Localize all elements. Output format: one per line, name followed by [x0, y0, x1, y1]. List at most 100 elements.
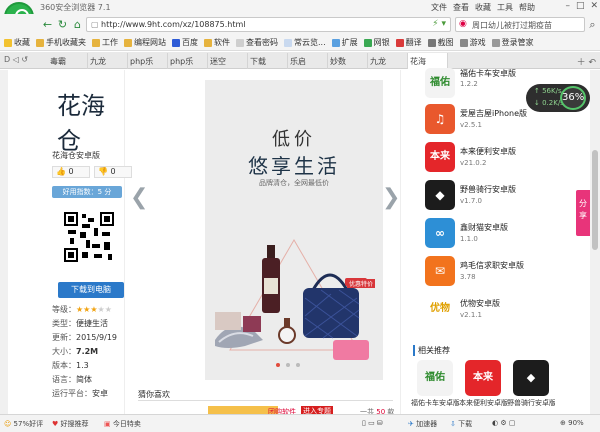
tab[interactable]: 九龙 [88, 53, 128, 69]
thumb-down-icon: 👎 [98, 167, 108, 176]
scissors-icon [427, 38, 436, 47]
search-input[interactable]: ◉ 周口幼儿被打过期疫苗 [455, 17, 585, 32]
vertical-scrollbar[interactable] [590, 70, 600, 414]
scrollbar-thumb[interactable] [592, 150, 598, 250]
accelerate-icon[interactable]: ⚡ ▾ [432, 19, 446, 29]
app-icon: 优物 [425, 294, 455, 324]
pagination-dot[interactable] [276, 363, 280, 367]
search-engine-icon[interactable]: ◉ [459, 19, 467, 29]
app-version: v2.5.1 [460, 121, 482, 129]
download-manager-button[interactable]: ⇩ 下载 [450, 419, 472, 429]
status-tools[interactable]: ▯ ▭ ⛁ [362, 419, 383, 427]
app-title[interactable]: 鑫财猫安卓版 [460, 222, 508, 233]
detail-level: 等级：★★★★★ [52, 305, 112, 314]
bookmark-item[interactable]: 手机收藏夹 [36, 37, 86, 48]
gallery-slogan: 悠享生活 [248, 154, 340, 178]
app-title[interactable]: 优物安卓版 [460, 298, 500, 309]
pagination-dot[interactable] [286, 363, 290, 367]
home-icon[interactable]: ⌂ [70, 17, 85, 32]
list-item[interactable]: 本来 本来便利安卓版 v21.0.2 [423, 142, 573, 176]
refresh-icon[interactable]: ↻ [55, 17, 70, 32]
tab[interactable]: 下载 [248, 53, 288, 69]
smile-icon: ☺ [4, 420, 12, 428]
maximize-icon[interactable]: □ [576, 1, 585, 11]
menu-tools[interactable]: 工具 [494, 2, 516, 13]
share-button[interactable]: 分享 [576, 190, 590, 236]
memory-percent: 36% [560, 86, 586, 110]
menu-help[interactable]: 帮助 [516, 2, 538, 13]
tab[interactable]: 九龙 [368, 53, 408, 69]
downvote-button[interactable]: 👎 0 [94, 166, 132, 178]
recommend-name: 本来便利安卓版v21.0.2 [459, 399, 507, 407]
tab-active[interactable]: 花海 [408, 53, 448, 69]
bookmark-item[interactable]: 查看密码 [236, 37, 278, 48]
bookmark-item[interactable]: 翻译 [395, 37, 422, 48]
recommend-item[interactable]: 本来 本来便利安卓版v21.0.2 [459, 360, 507, 408]
bookmark-item[interactable]: 编程网站 [124, 37, 166, 48]
folder-icon [124, 38, 132, 47]
app-title[interactable]: 野兽骑行安卓版 [460, 184, 516, 195]
heart-icon: ♥ [52, 420, 59, 428]
accelerator-button[interactable]: ✈ 加速器 [408, 419, 437, 429]
list-item[interactable]: 优物 优物安卓版 v2.1.1 [423, 294, 573, 328]
bookmark-item[interactable]: 登录管家 [491, 37, 534, 48]
screenshot-gallery[interactable]: 低价 悠享生活 品牌清仓，全网最低价 优惠特价 [205, 80, 383, 380]
detail-version: 版本：1.3 [52, 361, 89, 370]
bookmark-item[interactable]: 百度 [172, 37, 198, 48]
recommend-item[interactable]: 福佑 福佑卡车安卓版 [411, 360, 459, 408]
qr-code [64, 212, 114, 262]
gallery-headline: 低价 [272, 129, 316, 150]
pagination-dot[interactable] [296, 363, 300, 367]
status-sale[interactable]: ▣ 今日特卖 [104, 419, 141, 429]
page-icon [236, 38, 244, 47]
recommend-item[interactable]: ◆ 野兽骑行安卓版v1.7.0 [507, 360, 555, 408]
url-field[interactable]: ▢ http://www.9ht.com/xz/108875.html ⚡ ▾ [86, 17, 451, 32]
bookmark-item[interactable]: 收藏 [4, 37, 30, 48]
list-item[interactable]: ∞ 鑫财猫安卓版 1.1.0 [423, 218, 573, 252]
new-tab-icon[interactable]: ＋ ↶ [577, 55, 596, 68]
star-rating: ★★★★★ [76, 305, 112, 314]
app-title[interactable]: 本来便利安卓版 [460, 146, 516, 157]
status-rating[interactable]: ☺ 57%好评 [4, 419, 43, 429]
bookmark-item[interactable]: 截图 [427, 37, 454, 48]
network-speed-widget[interactable]: ↑ 56K/s ↓ 0.2K/s 36% [526, 84, 590, 112]
gallery-next-arrow[interactable]: ❯ [382, 185, 400, 210]
app-version: 3.78 [460, 273, 476, 281]
menu-favorites[interactable]: 收藏 [472, 2, 494, 13]
tab[interactable]: php乐 [168, 53, 208, 69]
bookmark-item[interactable]: 扩展 [331, 37, 358, 48]
bookmark-item[interactable]: 网银 [363, 37, 390, 48]
tab[interactable]: php乐 [128, 53, 168, 69]
tab[interactable]: 迷空 [208, 53, 248, 69]
tab[interactable]: 乐启 [288, 53, 328, 69]
detail-type: 类型：便捷生活 [52, 319, 108, 328]
zoom-level[interactable]: ⊕ 90% [560, 419, 584, 427]
close-icon[interactable]: ✕ [590, 1, 598, 11]
app-title[interactable]: 福佑卡车安卓版 [460, 68, 516, 79]
bookmark-bar: 收藏 手机收藏夹 工作 编程网站 百度 软件 查看密码 常云览... 扩展 网银… [0, 35, 600, 51]
baidu-icon [172, 38, 180, 47]
menu-file[interactable]: 文件 [428, 2, 450, 13]
status-icons[interactable]: ◐ ⚙ ▢ [492, 419, 515, 427]
bookmark-item[interactable]: 游戏 [459, 37, 486, 48]
bookmark-item[interactable]: 软件 [204, 37, 230, 48]
app-title[interactable]: 鸡毛信求职安卓版 [460, 260, 524, 271]
menu-view[interactable]: 查看 [450, 2, 472, 13]
bookmark-item[interactable]: 常云览... [284, 37, 326, 48]
tab[interactable]: 妙数 [328, 53, 368, 69]
gallery-prev-arrow[interactable]: ❮ [130, 185, 148, 210]
status-recommend[interactable]: ♥ 好搜推荐 [52, 419, 89, 429]
upvote-button[interactable]: 👍 0 [52, 166, 90, 178]
tab-list-icon[interactable]: D ◁ ↺ [4, 55, 28, 64]
tab[interactable]: 毒霸 [48, 53, 88, 69]
list-item[interactable]: ✉ 鸡毛信求职安卓版 3.78 [423, 256, 573, 290]
app-title[interactable]: 爱屋吉屋iPhone版 [460, 108, 527, 119]
back-icon[interactable]: ← [40, 17, 55, 32]
list-item[interactable]: ◆ 野兽骑行安卓版 v1.7.0 [423, 180, 573, 214]
app-version: v21.0.2 [460, 159, 487, 167]
minimize-icon[interactable]: – [565, 1, 570, 11]
download-to-pc-button[interactable]: 下载到电脑 [58, 282, 124, 298]
bookmark-item[interactable]: 工作 [92, 37, 118, 48]
search-icon[interactable]: ⌕ [585, 17, 600, 32]
url-text: http://www.9ht.com/xz/108875.html [101, 20, 246, 29]
